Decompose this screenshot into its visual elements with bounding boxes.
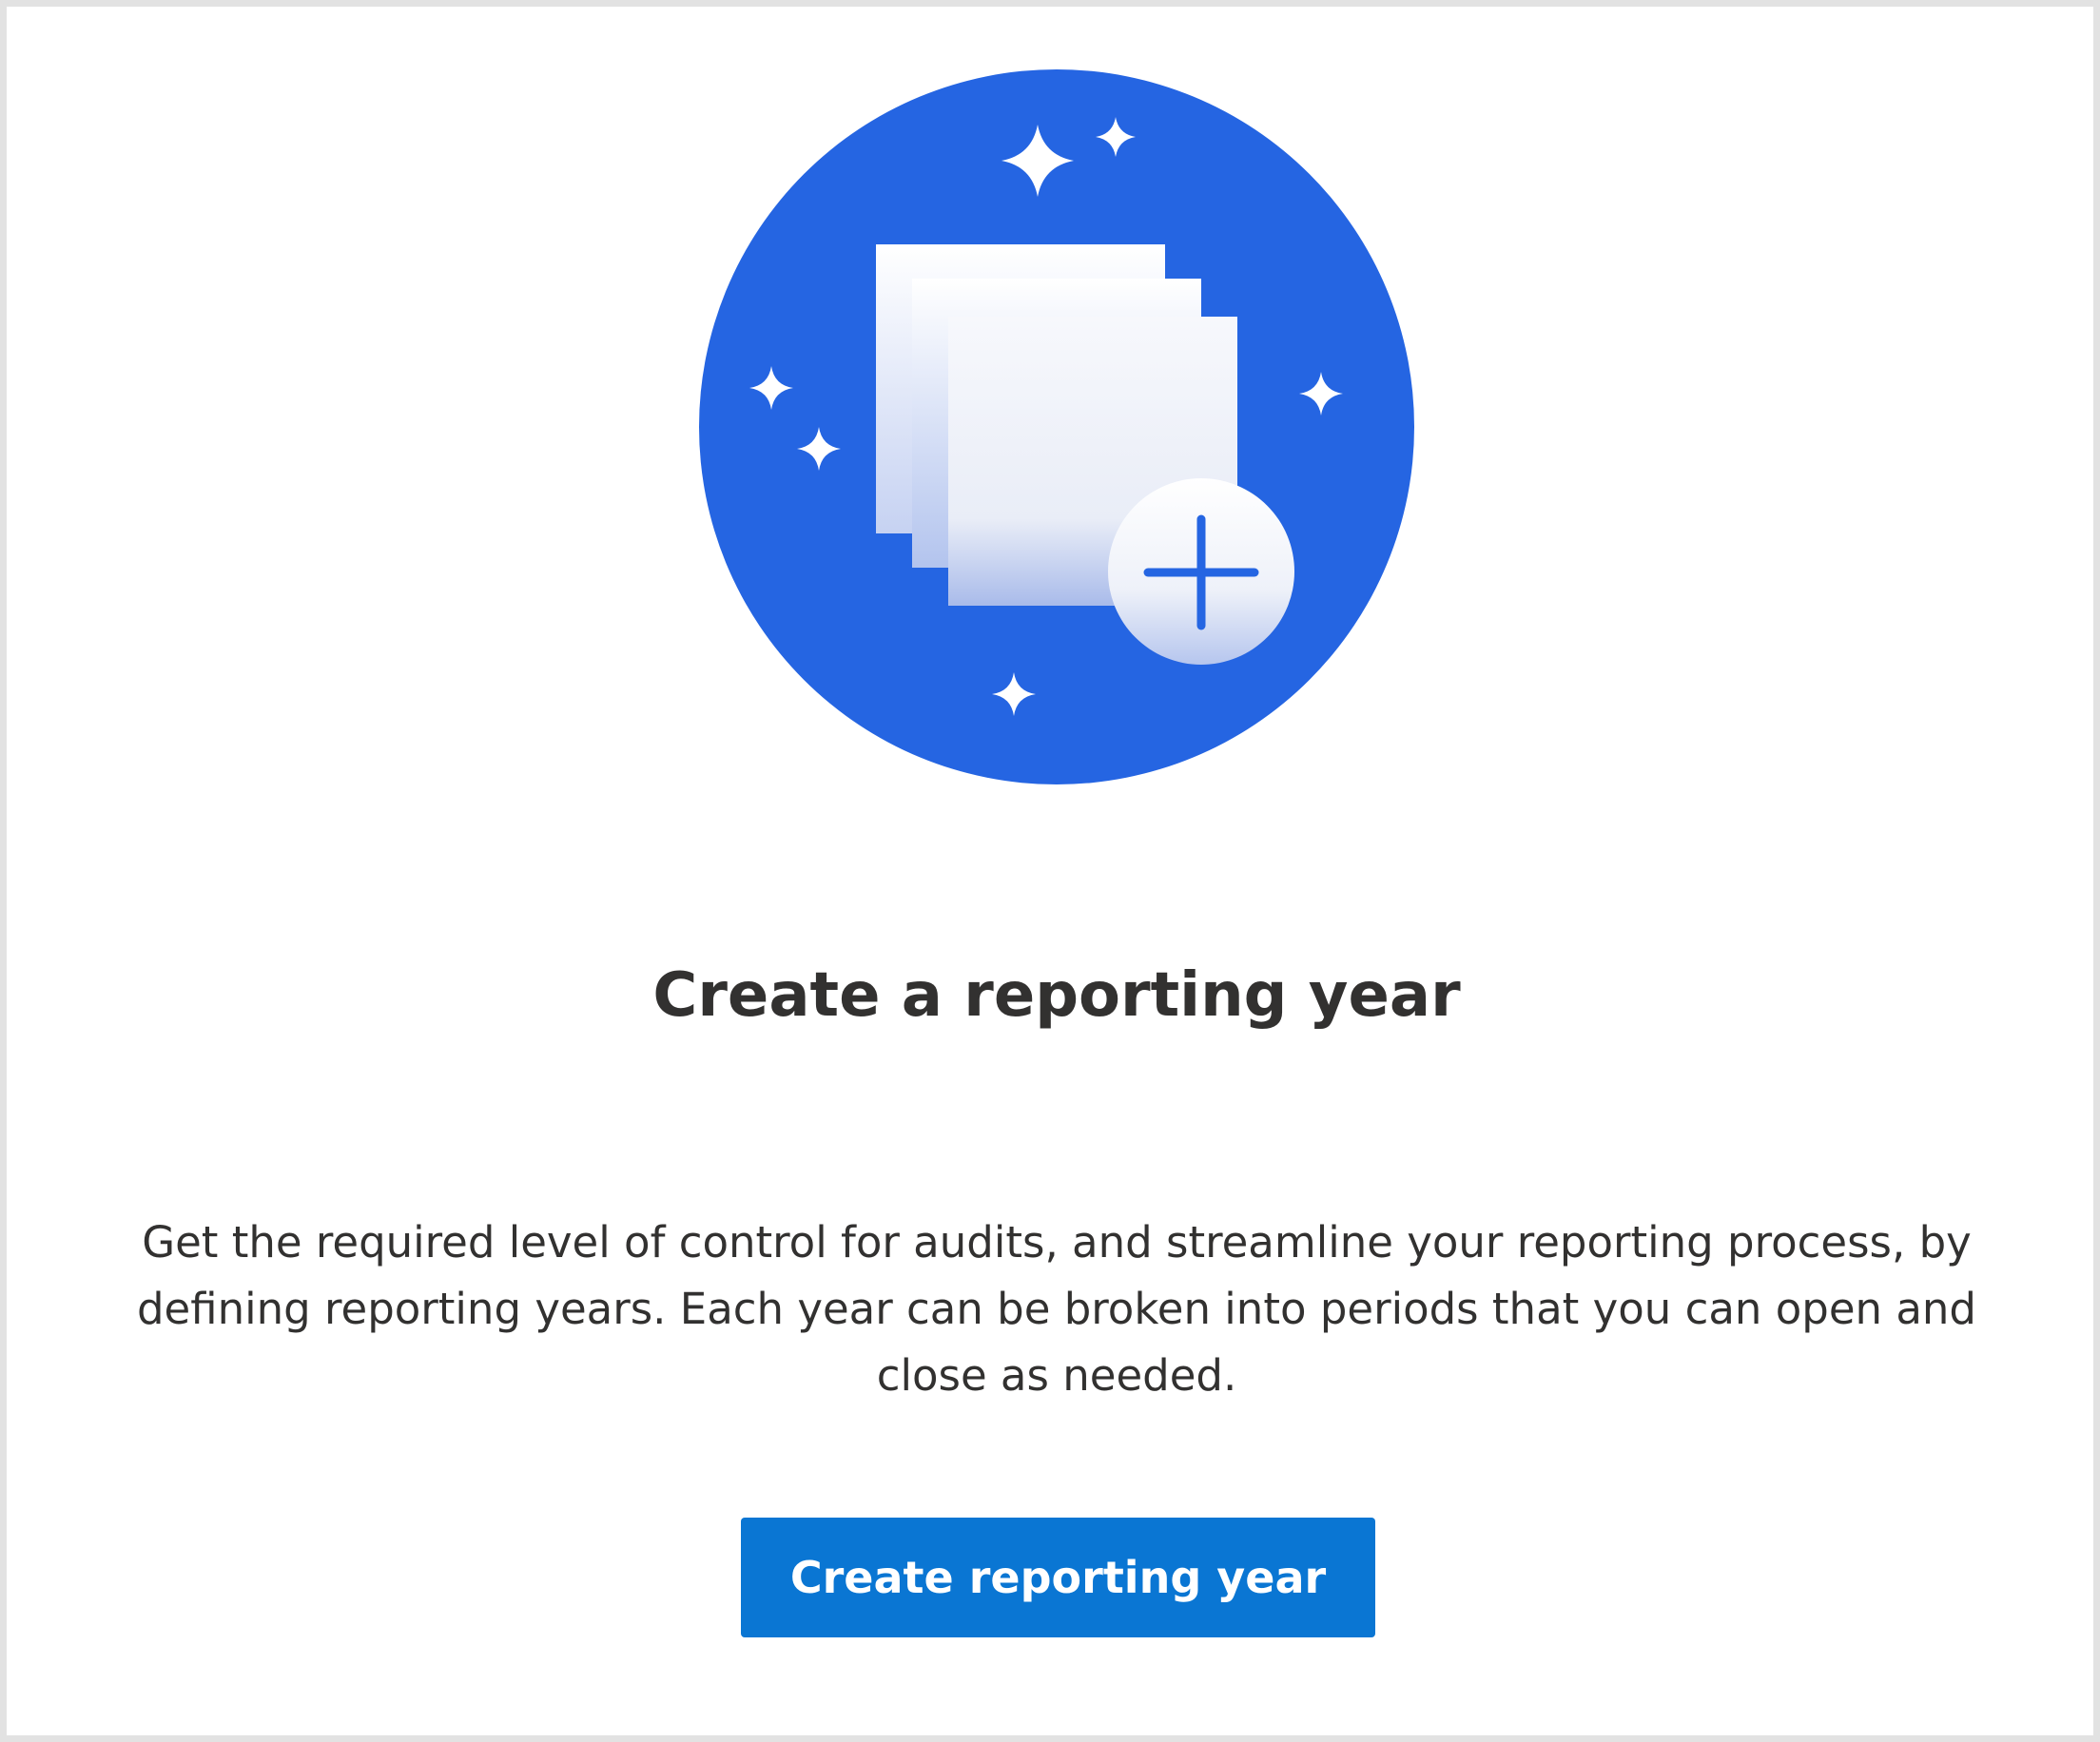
documents-plus-icon (699, 69, 1414, 784)
create-reporting-year-button[interactable]: Create reporting year (741, 1518, 1375, 1637)
reporting-year-illustration (699, 68, 1414, 786)
empty-state-title: Create a reporting year (652, 960, 1461, 1031)
empty-state-panel: Create a reporting year Get the required… (0, 0, 2100, 1742)
empty-state-description: Get the required level of control for au… (136, 1217, 1976, 1401)
